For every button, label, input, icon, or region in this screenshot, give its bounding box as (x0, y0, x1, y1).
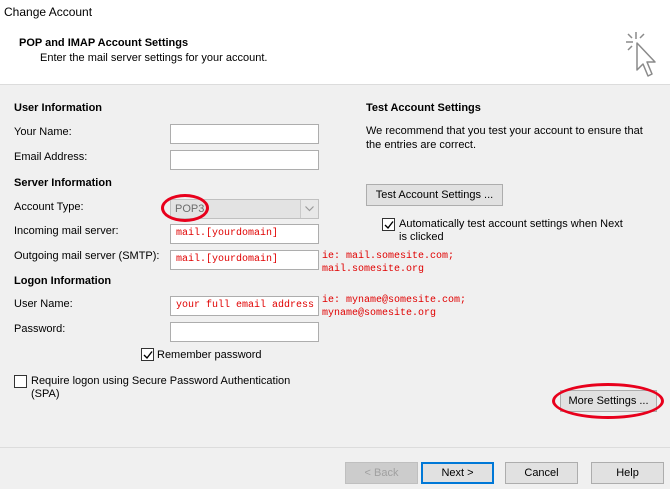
next-button[interactable]: Next > (421, 462, 494, 484)
header-heading: POP and IMAP Account Settings (19, 37, 189, 49)
remember-password-checkbox[interactable] (141, 348, 154, 361)
account-type-label: Account Type: (14, 201, 84, 213)
user-info-heading: User Information (14, 102, 103, 114)
header-subheading: Enter the mail server settings for your … (40, 52, 268, 64)
email-address-input[interactable] (170, 150, 319, 170)
cursor-click-icon (624, 30, 664, 82)
highlight-oval-more-settings (552, 383, 664, 419)
back-button[interactable]: < Back (345, 462, 418, 484)
outgoing-server-hint-2: mail.somesite.org (322, 264, 425, 275)
test-settings-heading: Test Account Settings (366, 102, 481, 114)
outgoing-server-hint-1: ie: mail.somesite.com; (322, 251, 455, 262)
user-name-hint-1: ie: myname@somesite.com; (322, 295, 467, 306)
outgoing-server-input[interactable]: mail.[yourdomain] (170, 250, 319, 270)
test-account-settings-button[interactable]: Test Account Settings ... (366, 184, 503, 206)
logon-info-heading: Logon Information (14, 275, 112, 287)
user-name-label: User Name: (14, 298, 73, 310)
spa-checkbox[interactable] (14, 375, 27, 388)
your-name-input[interactable] (170, 124, 319, 144)
cancel-button[interactable]: Cancel (505, 462, 578, 484)
auto-test-label-line2: is clicked (399, 231, 444, 243)
test-settings-desc-1: We recommend that you test your account … (366, 125, 643, 137)
help-button[interactable]: Help (591, 462, 664, 484)
incoming-server-input[interactable]: mail.[yourdomain] (170, 224, 319, 244)
checkmark-icon (143, 351, 153, 360)
chevron-down-icon[interactable] (300, 200, 318, 218)
auto-test-checkbox[interactable] (382, 218, 395, 231)
footer-divider (0, 447, 670, 448)
test-settings-desc-2: the entries are correct. (366, 139, 477, 151)
user-name-hint-2: myname@somesite.org (322, 308, 437, 319)
window-title: Change Account (4, 5, 93, 19)
email-address-label: Email Address: (14, 151, 88, 163)
outgoing-server-label: Outgoing mail server (SMTP): (14, 250, 160, 262)
title-bar: Change Account (0, 0, 670, 26)
dialog-header: POP and IMAP Account Settings Enter the … (0, 26, 670, 85)
user-name-input[interactable]: your full email address (170, 296, 319, 316)
spa-label-line1: Require logon using Secure Password Auth… (31, 375, 291, 387)
highlight-oval-account-type (161, 194, 209, 222)
server-info-heading: Server Information (14, 177, 112, 189)
incoming-server-label: Incoming mail server: (14, 225, 119, 237)
password-label: Password: (14, 323, 66, 335)
password-input[interactable] (170, 322, 319, 342)
auto-test-label-line1: Automatically test account settings when… (399, 218, 623, 230)
checkmark-icon (384, 221, 394, 230)
your-name-label: Your Name: (14, 126, 72, 138)
spa-label-line2: (SPA) (31, 388, 60, 400)
remember-password-label: Remember password (157, 349, 262, 361)
